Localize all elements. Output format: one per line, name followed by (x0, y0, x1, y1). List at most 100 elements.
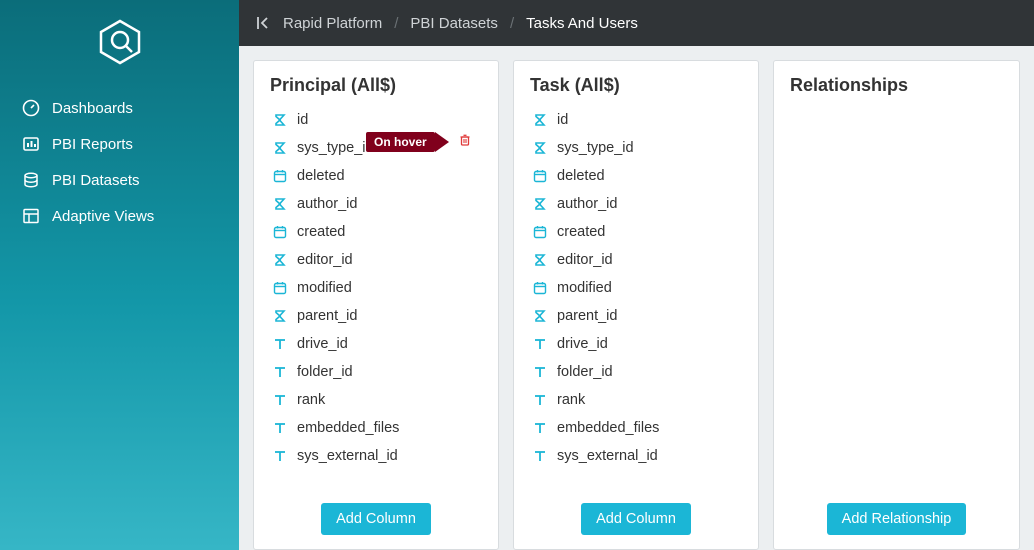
field-row[interactable]: created (270, 218, 498, 246)
arrow-right-icon (435, 132, 449, 152)
field-name: sys_external_id (297, 448, 398, 464)
calendar-icon (532, 169, 548, 183)
sidebar-item-pbi-reports[interactable]: PBI Reports (0, 126, 239, 162)
sidebar-nav: Dashboards PBI Reports PBI Datasets Adap… (0, 86, 239, 238)
sidebar-item-adaptive-views[interactable]: Adaptive Views (0, 198, 239, 234)
panel-title: Principal (All$) (254, 61, 498, 106)
text-type-icon (532, 365, 548, 379)
field-name: sys_external_id (557, 448, 658, 464)
field-row[interactable]: editor_id (530, 246, 758, 274)
field-row[interactable]: drive_id (270, 330, 498, 358)
field-name: sys_type_id (297, 140, 374, 156)
logo-hexagon-icon (96, 18, 144, 66)
report-icon (22, 135, 40, 153)
field-row[interactable]: modified (270, 274, 498, 302)
column-list-task[interactable]: id sys_type_iddeleted author_idcreated edit… (514, 106, 758, 493)
field-row[interactable]: drive_id (530, 330, 758, 358)
breadcrumb-separator: / (510, 15, 514, 32)
field-row[interactable]: folder_id (270, 358, 498, 386)
field-row[interactable]: parent_id (270, 302, 498, 330)
field-name: modified (297, 280, 352, 296)
field-row[interactable]: embedded_files (530, 414, 758, 442)
field-row[interactable]: sys_external_id (530, 442, 758, 470)
field-name: deleted (557, 168, 605, 184)
field-name: parent_id (297, 308, 357, 324)
breadcrumb-root[interactable]: Rapid Platform (283, 15, 382, 32)
panel-title: Task (All$) (514, 61, 758, 106)
text-type-icon (532, 393, 548, 407)
panel-footer: Add Relationship (774, 493, 1019, 549)
field-row[interactable]: folder_id (530, 358, 758, 386)
field-row[interactable]: deleted (530, 162, 758, 190)
panel-title: Relationships (774, 61, 1019, 106)
field-row[interactable]: sys_type_id (530, 134, 758, 162)
sigma-icon (272, 197, 288, 211)
field-name: author_id (557, 196, 617, 212)
field-row[interactable]: created (530, 218, 758, 246)
field-row[interactable]: rank (530, 386, 758, 414)
text-type-icon (532, 337, 548, 351)
breadcrumb-mid[interactable]: PBI Datasets (410, 15, 498, 32)
field-row[interactable]: id (270, 106, 498, 134)
sigma-icon (532, 197, 548, 211)
calendar-icon (272, 169, 288, 183)
sidebar: Dashboards PBI Reports PBI Datasets Adap… (0, 0, 239, 550)
panel-relationships: Relationships Add Relationship (773, 60, 1020, 550)
field-row[interactable]: embedded_files (270, 414, 498, 442)
add-column-button[interactable]: Add Column (581, 503, 691, 535)
field-row[interactable]: editor_id (270, 246, 498, 274)
sigma-icon (272, 309, 288, 323)
field-name: rank (557, 392, 585, 408)
field-name: created (557, 224, 605, 240)
field-row[interactable]: modified (530, 274, 758, 302)
sidebar-item-pbi-datasets[interactable]: PBI Datasets (0, 162, 239, 198)
add-relationship-button[interactable]: Add Relationship (827, 503, 967, 535)
field-name: id (557, 112, 568, 128)
field-row[interactable]: deleted (270, 162, 498, 190)
field-row[interactable]: author_id (270, 190, 498, 218)
trash-icon[interactable] (458, 133, 472, 151)
calendar-icon (272, 281, 288, 295)
field-name: sys_type_id (557, 140, 634, 156)
field-row[interactable]: id (530, 106, 758, 134)
gauge-icon (22, 99, 40, 117)
panel-principal: Principal (All$) id sys_type_idOn hover de… (253, 60, 499, 550)
sidebar-item-dashboards[interactable]: Dashboards (0, 90, 239, 126)
column-list-principal[interactable]: id sys_type_idOn hover deleted author_idcre… (254, 106, 498, 493)
field-name: drive_id (557, 336, 608, 352)
collapse-back-icon[interactable] (255, 15, 271, 31)
content-row: Principal (All$) id sys_type_idOn hover de… (239, 46, 1034, 550)
sidebar-item-label: PBI Reports (52, 136, 133, 153)
breadcrumb-current: Tasks And Users (526, 15, 638, 32)
sigma-icon (272, 113, 288, 127)
panel-task: Task (All$) id sys_type_iddeleted author_i… (513, 60, 759, 550)
field-row[interactable]: parent_id (530, 302, 758, 330)
field-name: rank (297, 392, 325, 408)
text-type-icon (272, 337, 288, 351)
field-row[interactable]: sys_external_id (270, 442, 498, 470)
breadcrumb: Rapid Platform / PBI Datasets / Tasks An… (239, 0, 1034, 46)
calendar-icon (532, 225, 548, 239)
field-name: deleted (297, 168, 345, 184)
add-column-button[interactable]: Add Column (321, 503, 431, 535)
field-name: created (297, 224, 345, 240)
field-row[interactable]: author_id (530, 190, 758, 218)
sidebar-item-label: Dashboards (52, 100, 133, 117)
field-name: id (297, 112, 308, 128)
calendar-icon (532, 281, 548, 295)
field-name: author_id (297, 196, 357, 212)
field-row[interactable]: rank (270, 386, 498, 414)
sigma-icon (532, 141, 548, 155)
app-logo (0, 18, 239, 86)
breadcrumb-separator: / (394, 15, 398, 32)
field-row[interactable]: sys_type_idOn hover (270, 134, 498, 162)
sidebar-item-label: Adaptive Views (52, 208, 154, 225)
text-type-icon (272, 449, 288, 463)
sigma-icon (272, 253, 288, 267)
field-name: modified (557, 280, 612, 296)
main-area: Rapid Platform / PBI Datasets / Tasks An… (239, 0, 1034, 550)
text-type-icon (272, 365, 288, 379)
text-type-icon (532, 421, 548, 435)
sigma-icon (532, 113, 548, 127)
field-name: editor_id (297, 252, 353, 268)
